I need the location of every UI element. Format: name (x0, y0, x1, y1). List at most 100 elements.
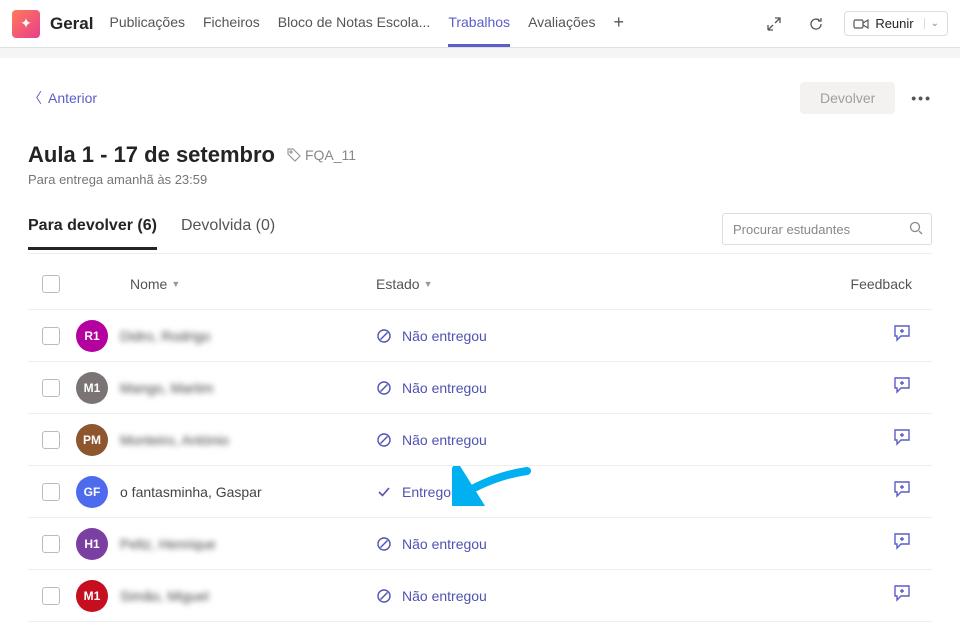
camera-icon (853, 18, 869, 30)
not-turned-in-icon (376, 432, 392, 448)
student-name-cell: M1 Simão, Miguel (76, 580, 376, 612)
col-state[interactable]: Estado▼ (376, 276, 736, 292)
status-cell: Não entregou (376, 432, 736, 448)
title-row: Aula 1 - 17 de setembro FQA_11 (28, 142, 932, 168)
tag-label: FQA_11 (305, 147, 356, 163)
page-title: Aula 1 - 17 de setembro (28, 142, 275, 168)
tab-notebook[interactable]: Bloco de Notas Escola... (278, 0, 431, 47)
status-label: Não entregou (402, 588, 487, 604)
avatar: H1 (76, 528, 108, 560)
feedback-cell (736, 583, 932, 608)
status-label: Não entregou (402, 380, 487, 396)
add-feedback-icon[interactable] (892, 531, 912, 556)
tag-icon (287, 148, 301, 162)
table-row[interactable]: PM Monteiro, António Não entregou (28, 414, 932, 466)
status-label: Não entregou (402, 536, 487, 552)
feedback-cell (736, 323, 932, 348)
status-label: Não entregou (402, 328, 487, 344)
avatar: M1 (76, 580, 108, 612)
table-row[interactable]: M1 Simão, Miguel Não entregou (28, 570, 932, 622)
not-turned-in-icon (376, 588, 392, 604)
meet-label: Reunir (875, 16, 913, 31)
add-feedback-icon[interactable] (892, 479, 912, 504)
subtabs: Para devolver (6) Devolvida (0) (28, 217, 275, 250)
not-turned-in-icon (376, 536, 392, 552)
add-feedback-icon[interactable] (892, 323, 912, 348)
row-checkbox[interactable] (42, 327, 60, 345)
status-label: Entregou (402, 484, 459, 500)
topbar: ✦ Geral Publicações Ficheiros Bloco de N… (0, 0, 960, 48)
status-cell: Não entregou (376, 536, 736, 552)
select-all-checkbox[interactable] (42, 275, 60, 293)
student-name: Simão, Miguel (120, 588, 209, 604)
col-name[interactable]: Nome▼ (76, 276, 376, 292)
chevron-down-icon: ⌄ (924, 18, 939, 29)
student-name: Monteiro, António (120, 432, 229, 448)
back-link[interactable]: 〈 Anterior (28, 88, 97, 108)
meet-button[interactable]: Reunir ⌄ (844, 11, 948, 36)
topbar-tabs: Publicações Ficheiros Bloco de Notas Esc… (109, 0, 624, 47)
tab-add[interactable]: + (614, 0, 625, 47)
row-checkbox[interactable] (42, 379, 60, 397)
status-label: Não entregou (402, 432, 487, 448)
check-icon (376, 484, 392, 500)
avatar: GF (76, 476, 108, 508)
avatar: PM (76, 424, 108, 456)
subtabs-row: Para devolver (6) Devolvida (0) (28, 213, 932, 254)
feedback-cell (736, 427, 932, 452)
expand-icon[interactable] (760, 10, 788, 38)
tab-assignments[interactable]: Trabalhos (448, 0, 510, 47)
category-tag[interactable]: FQA_11 (287, 147, 356, 163)
more-button[interactable]: ••• (911, 90, 932, 106)
refresh-icon[interactable] (802, 10, 830, 38)
feedback-cell (736, 531, 932, 556)
sort-caret-icon: ▼ (171, 279, 180, 289)
tab-grades[interactable]: Avaliações (528, 0, 595, 47)
channel-name: Geral (50, 14, 93, 34)
students-table: Nome▼ Estado▼ Feedback R1 Didro, Rodrigo… (28, 258, 932, 622)
student-name: Didro, Rodrigo (120, 328, 210, 344)
search-students[interactable] (722, 213, 932, 245)
status-cell: Entregou (376, 484, 736, 500)
table-row[interactable]: M1 Mango, Martim Não entregou (28, 362, 932, 414)
student-name: o fantasminha, Gaspar (120, 484, 262, 500)
table-row[interactable]: R1 Didro, Rodrigo Não entregou (28, 310, 932, 362)
chevron-left-icon: 〈 (28, 88, 42, 108)
page-header: 〈 Anterior Devolver ••• (28, 82, 932, 114)
back-label: Anterior (48, 90, 97, 106)
not-turned-in-icon (376, 380, 392, 396)
row-checkbox[interactable] (42, 431, 60, 449)
student-name-cell: R1 Didro, Rodrigo (76, 320, 376, 352)
subtab-to-return[interactable]: Para devolver (6) (28, 217, 157, 250)
search-input[interactable] (733, 222, 909, 237)
row-checkbox[interactable] (42, 587, 60, 605)
table-row[interactable]: H1 Peltz, Henrique Não entregou (28, 518, 932, 570)
return-button[interactable]: Devolver (800, 82, 895, 114)
topbar-right: Reunir ⌄ (760, 10, 948, 38)
search-icon (909, 221, 923, 238)
status-cell: Não entregou (376, 380, 736, 396)
add-feedback-icon[interactable] (892, 375, 912, 400)
table-header: Nome▼ Estado▼ Feedback (28, 258, 932, 310)
student-name: Peltz, Henrique (120, 536, 216, 552)
assignment-page: 〈 Anterior Devolver ••• Aula 1 - 17 de s… (0, 58, 960, 638)
student-name-cell: PM Monteiro, António (76, 424, 376, 456)
channel-avatar: ✦ (12, 10, 40, 38)
col-feedback: Feedback (736, 276, 932, 292)
subtab-returned[interactable]: Devolvida (0) (181, 217, 275, 250)
add-feedback-icon[interactable] (892, 583, 912, 608)
sort-caret-icon: ▼ (424, 279, 433, 289)
status-cell: Não entregou (376, 588, 736, 604)
not-turned-in-icon (376, 328, 392, 344)
student-name-cell: M1 Mango, Martim (76, 372, 376, 404)
add-feedback-icon[interactable] (892, 427, 912, 452)
student-name-cell: H1 Peltz, Henrique (76, 528, 376, 560)
tab-posts[interactable]: Publicações (109, 0, 185, 47)
feedback-cell (736, 375, 932, 400)
row-checkbox[interactable] (42, 483, 60, 501)
row-checkbox[interactable] (42, 535, 60, 553)
table-row[interactable]: GF o fantasminha, Gaspar Entregou (28, 466, 932, 518)
tab-files[interactable]: Ficheiros (203, 0, 260, 47)
feedback-cell (736, 479, 932, 504)
due-text: Para entrega amanhã às 23:59 (28, 172, 932, 187)
